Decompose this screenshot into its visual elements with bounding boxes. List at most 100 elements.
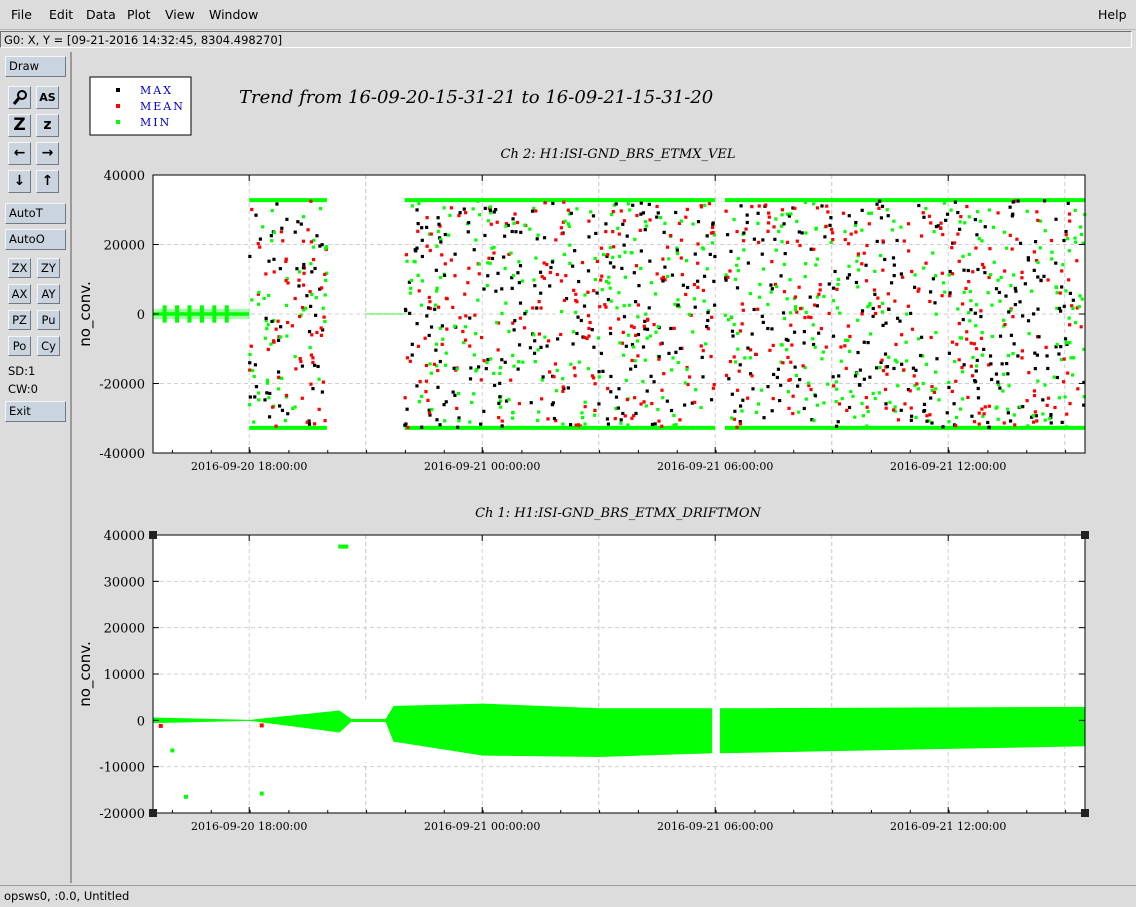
trend-point bbox=[424, 390, 428, 394]
pu-button[interactable]: Pu bbox=[37, 310, 60, 330]
trend-point bbox=[648, 334, 652, 338]
trend-point bbox=[639, 402, 643, 406]
trend-point bbox=[878, 253, 883, 258]
autot-button[interactable]: AutoT bbox=[5, 203, 66, 224]
trend-point bbox=[500, 419, 504, 423]
trend-point bbox=[548, 370, 552, 374]
trend-point bbox=[635, 339, 640, 343]
trend-point bbox=[1020, 270, 1024, 274]
menu-window[interactable]: Window bbox=[209, 7, 258, 22]
trend-point bbox=[766, 326, 770, 331]
trend-point bbox=[956, 210, 960, 215]
trend-point bbox=[463, 338, 468, 342]
menu-view[interactable]: View bbox=[165, 7, 195, 22]
menu-edit[interactable]: Edit bbox=[49, 7, 73, 22]
zoom-out-button[interactable]: z bbox=[36, 114, 59, 137]
chart2[interactable]: -20000-100000100002000030000400002016-09… bbox=[76, 529, 1089, 833]
trend-point bbox=[500, 358, 504, 362]
as-button[interactable]: AS bbox=[36, 86, 59, 109]
trend-point bbox=[834, 399, 838, 404]
trend-point bbox=[405, 407, 409, 411]
trend-point bbox=[699, 344, 703, 348]
trend-point bbox=[630, 251, 634, 255]
menu-data[interactable]: Data bbox=[86, 7, 116, 22]
trend-point bbox=[781, 311, 786, 315]
trend-point bbox=[279, 335, 283, 339]
ax-button[interactable]: AX bbox=[8, 284, 31, 304]
pan-right-button[interactable]: → bbox=[36, 142, 59, 165]
trend-point bbox=[703, 203, 707, 207]
plot-canvas[interactable]: MAX MEAN MIN Trend from 16-09-20-15-31-2… bbox=[73, 52, 1136, 883]
trend-point bbox=[871, 391, 875, 396]
pan-down-button[interactable]: ↓ bbox=[8, 170, 31, 193]
trend-point bbox=[616, 226, 620, 230]
trend-point bbox=[943, 290, 947, 294]
plot-area[interactable]: MAX MEAN MIN Trend from 16-09-20-15-31-2… bbox=[73, 52, 1136, 883]
trend-point bbox=[300, 364, 304, 368]
trend-point bbox=[990, 303, 994, 307]
trend-point bbox=[410, 204, 414, 208]
trend-point bbox=[953, 200, 957, 204]
trend-point bbox=[1061, 263, 1065, 267]
menu-file[interactable]: File bbox=[11, 7, 32, 22]
zx-button[interactable]: ZX bbox=[8, 258, 31, 278]
trend-point bbox=[562, 252, 566, 257]
legend-label-min: MIN bbox=[140, 116, 171, 129]
chart1[interactable]: -40000-20000020000400002016-09-20 18:00:… bbox=[76, 169, 1087, 473]
trend-point bbox=[254, 213, 258, 217]
trend-point bbox=[492, 383, 497, 387]
trend-point bbox=[1045, 403, 1049, 407]
trend-point bbox=[317, 407, 321, 411]
y-tick-label: 10000 bbox=[104, 668, 145, 683]
pz-button[interactable]: PZ bbox=[8, 310, 31, 330]
trend-point bbox=[530, 209, 535, 213]
trend-point bbox=[701, 375, 705, 379]
trend-point bbox=[416, 229, 420, 233]
trend-point bbox=[653, 422, 657, 426]
trend-point bbox=[879, 216, 884, 220]
trend-point bbox=[916, 387, 920, 391]
trend-point bbox=[532, 351, 537, 355]
pan-up-button[interactable]: ↑ bbox=[36, 170, 59, 193]
trend-point bbox=[972, 342, 976, 346]
menu-plot[interactable]: Plot bbox=[127, 7, 151, 22]
trend-point bbox=[931, 277, 935, 281]
trend-point bbox=[772, 225, 776, 229]
trend-point bbox=[675, 251, 680, 256]
pan-left-button[interactable]: ← bbox=[8, 142, 31, 165]
trend-point bbox=[942, 201, 946, 205]
trend-point bbox=[621, 353, 626, 357]
autoo-button[interactable]: AutoO bbox=[5, 229, 66, 250]
zoom-tool-button[interactable] bbox=[8, 86, 31, 109]
po-button[interactable]: Po bbox=[8, 336, 31, 356]
trend-point bbox=[941, 425, 945, 429]
trend-point bbox=[733, 409, 737, 413]
trend-point bbox=[711, 221, 715, 225]
exit-button[interactable]: Exit bbox=[5, 401, 66, 422]
zoom-in-button[interactable]: Z bbox=[8, 114, 31, 137]
trend-point bbox=[496, 348, 500, 352]
cy-button[interactable]: Cy bbox=[37, 336, 60, 356]
menu-help[interactable]: Help bbox=[1098, 7, 1127, 22]
ay-button[interactable]: AY bbox=[37, 284, 60, 304]
draw-button[interactable]: Draw bbox=[5, 56, 66, 77]
trend-point bbox=[891, 256, 896, 260]
trend-point bbox=[647, 306, 651, 310]
trend-point bbox=[252, 420, 256, 424]
trend-point bbox=[309, 262, 313, 266]
trend-point bbox=[274, 424, 278, 428]
trend-point bbox=[258, 237, 262, 241]
trend-point bbox=[745, 220, 749, 225]
trend-point bbox=[917, 203, 921, 208]
trend-point bbox=[965, 204, 969, 209]
trend-point bbox=[417, 289, 421, 293]
trend-point bbox=[860, 309, 865, 313]
trend-point bbox=[1055, 342, 1059, 347]
x-tick-label: 2016-09-21 00:00:00 bbox=[424, 460, 540, 473]
trend-point bbox=[295, 267, 299, 271]
trend-point bbox=[253, 395, 257, 399]
legend-label-mean: MEAN bbox=[140, 100, 185, 113]
trend-point bbox=[588, 320, 592, 325]
zy-button[interactable]: ZY bbox=[37, 258, 60, 278]
trend-point bbox=[1073, 208, 1077, 212]
